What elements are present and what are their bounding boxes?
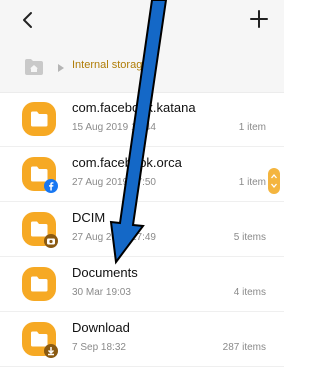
- item-count: 287 items: [222, 342, 266, 353]
- item-name: com.facebook.orca: [72, 155, 182, 170]
- item-count: 5 items: [233, 232, 266, 243]
- list-item[interactable]: com.facebook.orca 27 Aug 2019 17:50 1 it…: [0, 147, 284, 202]
- camera-icon: [44, 234, 58, 248]
- item-count: 4 items: [233, 287, 266, 298]
- item-date: 27 Aug 2019 17:49: [72, 232, 156, 243]
- breadcrumb: Internal storage: [0, 44, 284, 93]
- folder-icon: [22, 102, 56, 136]
- list-item[interactable]: DCIM 27 Aug 2019 17:49 5 items: [0, 202, 284, 257]
- fast-scroll-handle[interactable]: [268, 168, 280, 194]
- file-list: com.facebook.katana 15 Aug 2019 19:44 1 …: [0, 92, 284, 367]
- facebook-icon: [44, 179, 58, 193]
- item-date: 7 Sep 18:32: [72, 342, 126, 353]
- folder-icon: [22, 267, 56, 301]
- item-count: 1 item: [238, 122, 266, 133]
- list-item[interactable]: Documents 30 Mar 19:03 4 items: [0, 257, 284, 312]
- list-item[interactable]: com.facebook.katana 15 Aug 2019 19:44 1 …: [0, 92, 284, 147]
- item-count: 1 item: [238, 177, 266, 188]
- back-icon[interactable]: [20, 10, 36, 30]
- item-date: 30 Mar 19:03: [72, 287, 131, 298]
- add-icon[interactable]: [248, 8, 270, 30]
- item-date: 15 Aug 2019 19:44: [72, 122, 156, 133]
- item-name: Documents: [72, 265, 138, 280]
- item-date: 27 Aug 2019 17:50: [72, 177, 156, 188]
- list-item[interactable]: Download 7 Sep 18:32 287 items: [0, 312, 284, 367]
- breadcrumb-item-internal-storage[interactable]: Internal storage: [72, 59, 148, 71]
- top-toolbar: [0, 0, 284, 44]
- item-name: Download: [72, 320, 130, 335]
- download-icon: [44, 344, 58, 358]
- item-name: com.facebook.katana: [72, 100, 196, 115]
- item-name: DCIM: [72, 210, 106, 225]
- breadcrumb-separator-icon: [58, 64, 64, 72]
- home-folder-icon[interactable]: [24, 58, 44, 76]
